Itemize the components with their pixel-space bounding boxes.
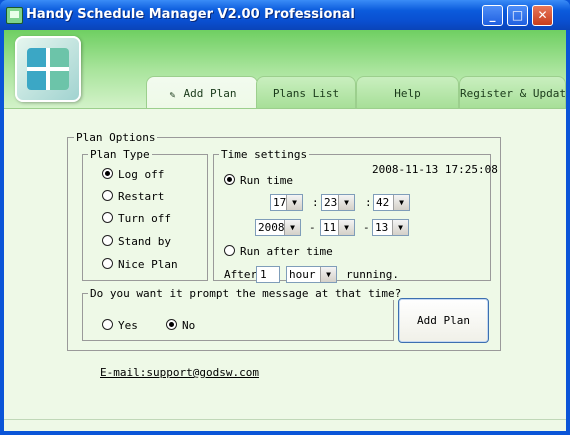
tab-register-update[interactable]: Register & Update: [459, 76, 566, 108]
chevron-down-icon: ▼: [338, 195, 354, 210]
close-button[interactable]: ✕: [532, 5, 553, 26]
time-separator: :: [365, 196, 372, 209]
tab-plans-list[interactable]: Plans List: [256, 76, 356, 108]
minimize-button[interactable]: _: [482, 5, 503, 26]
minute-select[interactable]: 23 ▼: [321, 194, 355, 211]
radio-no[interactable]: [166, 319, 177, 330]
logo-mark: [27, 48, 69, 90]
tab-plans-list-label: Plans List: [272, 87, 340, 100]
second-value: 42: [376, 196, 390, 209]
day-value: 13: [375, 221, 389, 234]
after-label: After: [224, 268, 258, 281]
radio-log-off[interactable]: [102, 168, 113, 179]
plan-type-legend: Plan Type: [88, 148, 152, 161]
date-separator: -: [363, 221, 370, 234]
title-bar[interactable]: Handy Schedule Manager V2.00 Professiona…: [0, 0, 570, 30]
add-plan-icon: ✎: [169, 90, 176, 101]
radio-run-time[interactable]: [224, 174, 235, 185]
chevron-down-icon: ▼: [338, 220, 354, 235]
chevron-down-icon: ▼: [320, 267, 336, 282]
prompt-legend: Do you want it prompt the message at tha…: [88, 287, 404, 300]
minute-value: 23: [324, 196, 338, 209]
bottom-divider: [4, 419, 566, 420]
chevron-down-icon: ▼: [392, 220, 408, 235]
hour-select[interactable]: 17 ▼: [270, 194, 303, 211]
radio-no-label[interactable]: No: [182, 319, 195, 332]
radio-restart-label[interactable]: Restart: [118, 190, 164, 203]
radio-nice-plan[interactable]: [102, 258, 113, 269]
tab-add-plan[interactable]: ✎ Add Plan: [146, 76, 258, 109]
plan-type-group: Plan Type Log off Restart Turn off Stand…: [82, 148, 208, 281]
year-value: 2008: [258, 221, 285, 234]
plan-options-group: Plan Options Plan Type Log off Restart T…: [67, 131, 501, 351]
time-separator: :: [312, 196, 319, 209]
maximize-button[interactable]: □: [507, 5, 528, 26]
radio-run-time-label[interactable]: Run time: [240, 174, 293, 187]
second-select[interactable]: 42 ▼: [373, 194, 410, 211]
app-logo: [15, 36, 81, 102]
tab-add-plan-label: Add Plan: [183, 87, 237, 100]
tab-separator: [4, 108, 566, 109]
hour-value: 17: [273, 196, 287, 209]
after-unit-value: hour: [289, 268, 316, 281]
support-email-link[interactable]: E-mail:support@godsw.com: [100, 366, 259, 379]
radio-turn-off[interactable]: [102, 212, 113, 223]
after-unit-select[interactable]: hour ▼: [286, 266, 337, 283]
date-separator: -: [309, 221, 316, 234]
app-icon: [6, 7, 23, 24]
chevron-down-icon: ▼: [286, 195, 302, 210]
day-select[interactable]: 13 ▼: [372, 219, 409, 236]
radio-stand-by[interactable]: [102, 235, 113, 246]
add-plan-button[interactable]: Add Plan: [398, 298, 489, 343]
radio-log-off-label[interactable]: Log off: [118, 168, 164, 181]
window-title: Handy Schedule Manager V2.00 Professiona…: [26, 7, 355, 22]
chevron-down-icon: ▼: [393, 195, 409, 210]
time-settings-legend: Time settings: [219, 148, 310, 161]
client-area: ✎ Add Plan Plans List Help Register & Upd…: [4, 30, 566, 431]
month-select[interactable]: 11 ▼: [320, 219, 355, 236]
after-value-input[interactable]: 1: [256, 266, 280, 283]
radio-restart[interactable]: [102, 190, 113, 201]
prompt-group: Do you want it prompt the message at tha…: [82, 287, 404, 341]
month-value: 11: [323, 221, 337, 234]
radio-yes-label[interactable]: Yes: [118, 319, 138, 332]
plan-options-legend: Plan Options: [74, 131, 158, 144]
radio-nice-plan-label[interactable]: Nice Plan: [118, 258, 178, 271]
radio-yes[interactable]: [102, 319, 113, 330]
app-window: Handy Schedule Manager V2.00 Professiona…: [0, 0, 570, 435]
running-label: running.: [346, 268, 399, 281]
radio-stand-by-label[interactable]: Stand by: [118, 235, 171, 248]
current-datetime: 2008-11-13 17:25:08: [372, 163, 498, 176]
time-settings-group: Time settings 2008-11-13 17:25:08 Run ti…: [213, 148, 498, 283]
tab-help[interactable]: Help: [356, 76, 459, 108]
year-select[interactable]: 2008 ▼: [255, 219, 301, 236]
radio-run-after-time-label[interactable]: Run after time: [240, 245, 333, 258]
radio-turn-off-label[interactable]: Turn off: [118, 212, 171, 225]
chevron-down-icon: ▼: [284, 220, 300, 235]
tab-register-update-label: Register & Update: [460, 87, 566, 100]
radio-run-after-time[interactable]: [224, 245, 235, 256]
tab-help-label: Help: [394, 87, 421, 100]
